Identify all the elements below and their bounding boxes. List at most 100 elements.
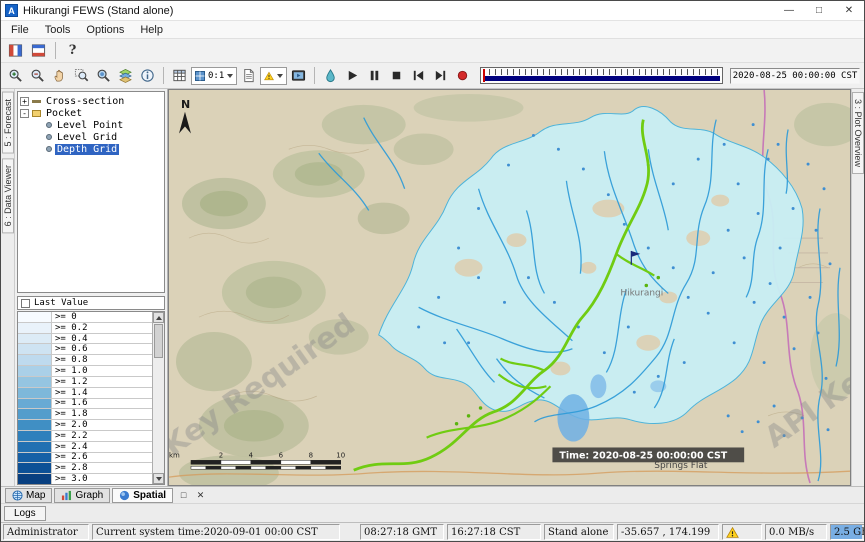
tab-forecast[interactable]: 5 : Forecast: [2, 92, 14, 154]
tree-label: Cross-section: [44, 96, 126, 107]
legend-row[interactable]: >= 1.4: [18, 388, 152, 399]
status-user: Administrator: [3, 524, 89, 540]
last-value-checkbox[interactable]: [21, 299, 30, 308]
file-manager-icon: [8, 43, 23, 58]
grid-display-button[interactable]: [169, 65, 190, 86]
info-button[interactable]: [137, 65, 158, 86]
bottom-tab-row: MapGraphSpatial □ ✕: [1, 486, 864, 503]
menu-tools[interactable]: Tools: [37, 21, 79, 38]
file-manager-button[interactable]: [5, 40, 26, 61]
status-text: Current system time:2020-09-01 00:00 CST: [96, 527, 318, 538]
app-window: A Hikurangi FEWS (Stand alone) — □ ✕ Fil…: [0, 0, 865, 542]
tab-data-viewer[interactable]: 6 : Data Viewer: [2, 158, 14, 233]
zoom-out-button[interactable]: [27, 65, 48, 86]
logs-button[interactable]: Logs: [4, 506, 46, 521]
display-manager-button[interactable]: [28, 40, 49, 61]
status-gmt-time: 08:27:18 GMT: [360, 524, 444, 540]
legend-row[interactable]: >= 1.2: [18, 377, 152, 388]
skip-start-icon: [411, 68, 426, 83]
status-spacer: [343, 524, 357, 540]
skip-start-button[interactable]: [408, 65, 429, 86]
menu-options[interactable]: Options: [78, 21, 132, 38]
tree-item-depth-grid[interactable]: Depth Grid: [34, 143, 162, 155]
animation-display-button[interactable]: [288, 65, 309, 86]
panel-close-button[interactable]: ✕: [194, 489, 207, 502]
movie-screen-icon: [291, 68, 306, 83]
legend-row[interactable]: >= 0.8: [18, 355, 152, 366]
thresholds-select[interactable]: [260, 67, 287, 85]
legend-row[interactable]: >= 1.0: [18, 366, 152, 377]
panel-maximize-button[interactable]: □: [177, 489, 190, 502]
status-bar: Administrator Current system time:2020-09…: [1, 522, 864, 541]
tab-plot-overview[interactable]: 3 : Plot Overview: [852, 92, 864, 174]
time-slider[interactable]: [480, 67, 723, 84]
status-alerts[interactable]: [722, 524, 762, 540]
legend-row[interactable]: >= 2.0: [18, 420, 152, 431]
layers-button[interactable]: [115, 65, 136, 86]
refresh-button[interactable]: [320, 65, 341, 86]
legend-label: >= 0.6: [52, 344, 88, 354]
time-slider-cursor[interactable]: [483, 69, 485, 82]
legend-row[interactable]: >= 1.8: [18, 409, 152, 420]
menu-help[interactable]: Help: [132, 21, 171, 38]
logs-row: Logs: [1, 503, 864, 522]
legend-row[interactable]: >= 0.4: [18, 334, 152, 345]
legend-row[interactable]: >= 3.0: [18, 474, 152, 484]
current-datetime-field[interactable]: 2020-08-25 00:00:00 CST: [730, 68, 860, 84]
minimize-button[interactable]: —: [774, 1, 804, 20]
map-viewport[interactable]: API Key Required API Key Required N Hiku…: [168, 89, 851, 486]
scroll-down-icon[interactable]: [153, 473, 164, 484]
map-canvas[interactable]: API Key Required API Key Required N Hiku…: [169, 90, 850, 485]
report-button[interactable]: [238, 65, 259, 86]
legend-row[interactable]: >= 2.4: [18, 442, 152, 453]
tree-item-level-grid[interactable]: Level Grid: [34, 131, 162, 143]
legend-header: Last Value: [17, 296, 165, 310]
tree-expander-icon[interactable]: -: [20, 109, 29, 118]
legend-row[interactable]: >= 0.2: [18, 323, 152, 334]
timestep-select[interactable]: 0:1: [191, 67, 237, 85]
pan-button[interactable]: [49, 65, 70, 86]
svg-text:4: 4: [249, 451, 254, 459]
legend-label: >= 2.2: [52, 431, 88, 441]
record-icon: [455, 68, 470, 83]
folder-icon: [32, 110, 41, 117]
pause-icon: [367, 68, 382, 83]
tree-expander-icon[interactable]: +: [20, 97, 29, 106]
tree-item-cross-section[interactable]: + Cross-section: [20, 95, 162, 107]
scroll-up-icon[interactable]: [153, 312, 164, 323]
legend-row[interactable]: >= 1.6: [18, 399, 152, 410]
zoom-extent-button[interactable]: [93, 65, 114, 86]
legend-swatch: [18, 463, 52, 473]
legend-row[interactable]: >= 2.2: [18, 431, 152, 442]
scroll-thumb[interactable]: [154, 324, 163, 358]
legend-row[interactable]: >= 2.8: [18, 463, 152, 474]
legend-row[interactable]: >= 0.6: [18, 344, 152, 355]
legend-scrollbar[interactable]: [152, 312, 164, 484]
skip-end-button[interactable]: [430, 65, 451, 86]
tab-map[interactable]: Map: [5, 488, 52, 503]
stop-button[interactable]: [386, 65, 407, 86]
title-bar[interactable]: A Hikurangi FEWS (Stand alone) — □ ✕: [1, 1, 864, 21]
town-label-hikurangi: Hikurangi: [620, 288, 663, 298]
legend-label: >= 3.0: [52, 474, 88, 484]
map-toolbar: 0:1: [1, 63, 864, 89]
play-button[interactable]: [342, 65, 363, 86]
stop-icon: [389, 68, 404, 83]
tree-item-pocket[interactable]: -Pocket: [20, 107, 162, 119]
menu-file[interactable]: File: [3, 21, 37, 38]
close-button[interactable]: ✕: [834, 1, 864, 20]
status-coordinates: -35.657 , 174.199: [617, 524, 719, 540]
record-button[interactable]: [452, 65, 473, 86]
graph-icon: [61, 490, 72, 501]
help-button[interactable]: ?: [62, 40, 83, 61]
zoom-extent-icon: [96, 68, 111, 83]
maximize-button[interactable]: □: [804, 1, 834, 20]
tab-spatial[interactable]: Spatial: [112, 488, 173, 503]
tree-item-level-point[interactable]: Level Point: [34, 119, 162, 131]
pause-button[interactable]: [364, 65, 385, 86]
zoom-in-button[interactable]: [5, 65, 26, 86]
tab-graph[interactable]: Graph: [54, 488, 110, 503]
legend-row[interactable]: >= 0: [18, 312, 152, 323]
zoom-rectangle-button[interactable]: [71, 65, 92, 86]
legend-row[interactable]: >= 2.6: [18, 453, 152, 464]
